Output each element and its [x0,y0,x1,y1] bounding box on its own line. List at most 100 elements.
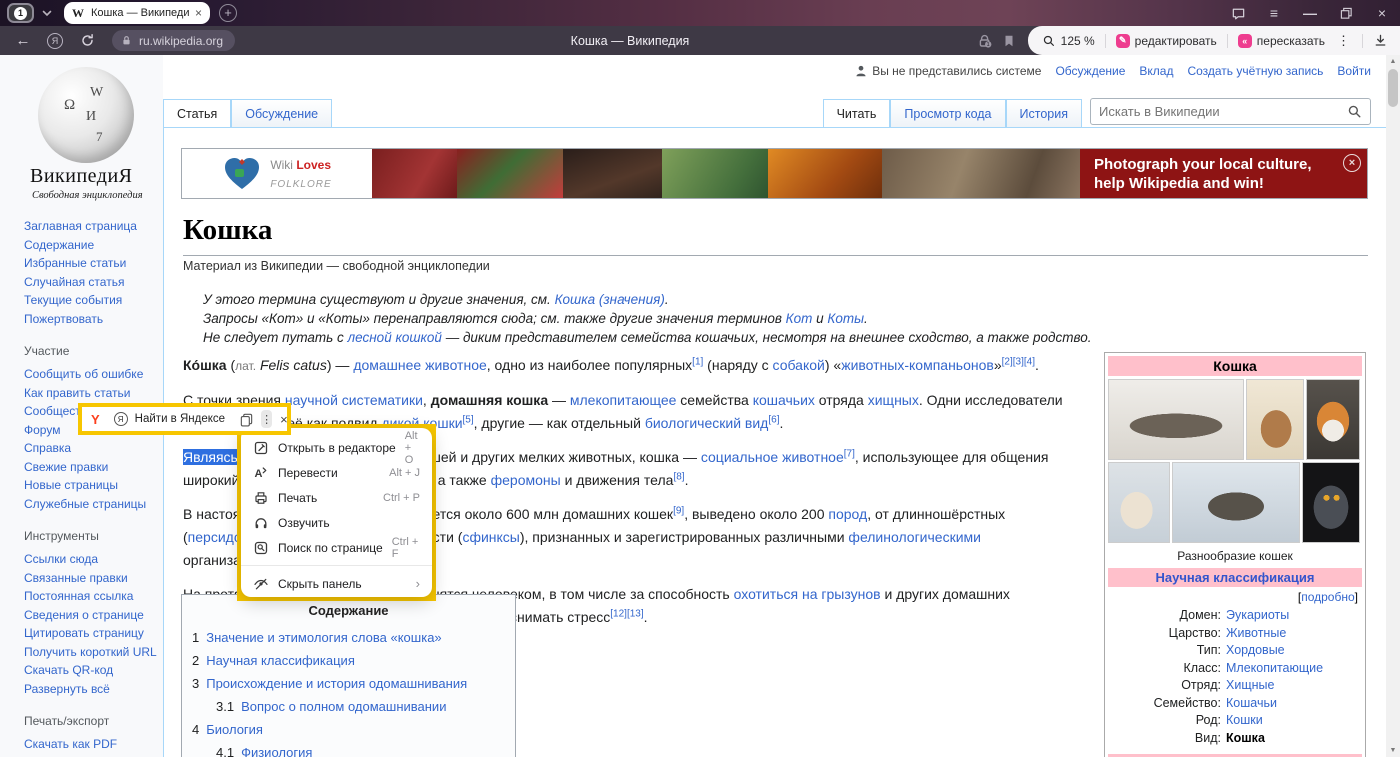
inline-link[interactable]: кошачьих [753,392,815,408]
close-button[interactable]: × [1374,5,1390,21]
menu-item-voice[interactable]: Озвучить [241,510,432,535]
sidebar-link[interactable]: Версия для печати [24,754,157,757]
tab-counter-button[interactable]: 1 [7,3,34,23]
cat-photo-siamese[interactable] [1108,462,1170,543]
inline-link[interactable]: биологический вид [645,415,769,431]
tab-history[interactable]: История [1006,99,1082,127]
sidebar-link[interactable]: Скачать как PDF [24,735,157,754]
banner-close-icon[interactable]: × [1343,154,1361,172]
toc-item[interactable]: 3.1Вопрос о полном одомашнивании [216,695,505,718]
userlink-create-account[interactable]: Создать учётную запись [1187,64,1323,78]
tab-view-source[interactable]: Просмотр кода [890,99,1005,127]
tab-article[interactable]: Статья [163,99,231,127]
toc-item[interactable]: 1Значение и этимология слова «кошка» [192,626,505,649]
toc-item[interactable]: 4.1Физиология [216,741,505,757]
inline-link[interactable]: животных-компаньонов [841,357,994,373]
taxon-link[interactable]: Хищные [1226,677,1274,695]
inline-link[interactable]: собакой [773,357,825,373]
inline-link[interactable]: млекопитающее [570,392,677,408]
protect-icon[interactable]: 1 [976,32,994,50]
cat-photo-abyssinian[interactable] [1246,379,1304,460]
menu-item-translate[interactable]: A Перевести Alt + J [241,460,432,485]
minimize-button[interactable]: — [1302,5,1318,21]
taxobox-detail-link[interactable]: [подробно] [1108,587,1362,605]
find-in-yandex-button[interactable]: Найти в Яндексе [135,413,225,425]
taxon-link[interactable]: Кошки [1226,712,1263,730]
sidebar-link[interactable]: Текущие события [24,291,157,310]
sidebar-link[interactable]: Случайная статья [24,273,157,292]
sidebar-link[interactable]: Скачать QR-код [24,661,157,680]
browser-menu-icon[interactable]: ≡ [1266,5,1282,21]
reference-link[interactable]: [5] [463,414,474,425]
inline-link[interactable]: лесной кошкой [348,330,442,345]
menu-item-hide-panel[interactable]: Скрыть панель › [241,571,432,596]
taxon-link[interactable]: Хордовые [1226,642,1285,660]
inline-link[interactable]: научной систематики [285,392,423,408]
inline-link[interactable]: хищных [868,392,919,408]
retell-button[interactable]: « пересказать [1238,34,1325,48]
zoom-control[interactable]: 125 % [1042,34,1095,48]
menu-item-open-in-editor[interactable]: Открыть в редакторе Alt + O [241,435,432,460]
new-tab-button[interactable]: + [219,4,237,22]
wiki-loves-folklore-banner[interactable]: Wiki Loves FOLKLORE Photograph your loca… [181,148,1368,199]
userlink-login[interactable]: Войти [1337,64,1371,78]
edit-button[interactable]: ✎ редактировать [1116,34,1217,48]
sidebar-link[interactable]: Содержание [24,236,157,255]
sidebar-link[interactable]: Служебные страницы [24,495,157,514]
inline-link[interactable]: Кошка (значения) [555,292,665,307]
scroll-up-icon[interactable]: ▲ [1386,55,1400,68]
dialogs-icon[interactable] [1230,5,1246,21]
sidebar-link[interactable]: Цитировать страницу [24,624,157,643]
inline-link[interactable]: охотиться на грызунов [734,586,881,602]
reference-link[interactable]: [6] [768,414,779,425]
taxon-link[interactable]: Животные [1226,625,1286,643]
cat-photo-snow-tabby[interactable] [1172,462,1300,543]
sidebar-link[interactable]: Как править статьи [24,384,157,403]
inline-link[interactable]: Кот [786,311,813,326]
sidebar-link[interactable]: Новые страницы [24,476,157,495]
popup-more-button[interactable]: ⋮ [261,410,272,428]
inline-link[interactable]: пород [828,506,867,522]
sidebar-link[interactable]: Справка [24,439,157,458]
inline-link[interactable]: фелинологическими [848,529,981,545]
cat-photo-gray[interactable] [1302,462,1360,543]
restore-button[interactable] [1338,5,1354,21]
inline-link[interactable]: сфинксы [462,529,519,545]
reference-link[interactable]: [7] [844,448,855,459]
download-icon[interactable] [1373,33,1388,48]
tab-read[interactable]: Читать [823,99,891,127]
reference-link[interactable]: [12][13] [610,608,643,619]
reference-link[interactable]: [9] [673,505,684,516]
wiki-search-input[interactable] [1099,104,1347,119]
taxon-link[interactable]: Кошачьи [1226,695,1277,713]
reference-link[interactable]: [2][3][4] [1002,356,1035,367]
wikipedia-globe-logo[interactable]: Ω W И 7 [38,67,134,163]
inline-link[interactable]: Коты [827,311,864,326]
tab-close-icon[interactable]: × [195,6,202,20]
page-scrollbar[interactable]: ▲ ▼ [1386,55,1400,757]
sidebar-link[interactable]: Избранные статьи [24,254,157,273]
scrollbar-thumb[interactable] [1388,69,1398,107]
sidebar-link[interactable]: Сведения о странице [24,606,157,625]
reload-icon[interactable] [78,32,96,50]
copy-icon[interactable] [239,412,254,427]
tab-discussion[interactable]: Обсуждение [231,99,332,127]
sidebar-link[interactable]: Заглавная страница [24,217,157,236]
sidebar-link[interactable]: Пожертвовать [24,310,157,329]
sidebar-link[interactable]: Связанные правки [24,569,157,588]
cat-photo-orange-white[interactable] [1306,379,1360,460]
sidebar-link[interactable]: Ссылки сюда [24,550,157,569]
toc-item[interactable]: 4Биология [192,718,505,741]
more-actions-icon[interactable]: ⋮ [1335,33,1352,49]
inline-link[interactable]: социальное животное [701,449,844,465]
sidebar-link[interactable]: Свежие правки [24,458,157,477]
inline-link[interactable]: феромоны [491,472,561,488]
yandex-id-icon[interactable]: Я [46,32,64,50]
popup-close-icon[interactable]: × [280,412,288,427]
menu-item-find-on-page[interactable]: Поиск по странице Ctrl + F [241,535,432,560]
userlink-contribs[interactable]: Вклад [1139,64,1173,78]
toc-item[interactable]: 3Происхождение и история одомашнивания [192,672,505,695]
reference-link[interactable]: [1] [692,356,703,367]
bookmark-icon[interactable] [1000,32,1018,50]
sidebar-link[interactable]: Развернуть всё [24,680,157,699]
